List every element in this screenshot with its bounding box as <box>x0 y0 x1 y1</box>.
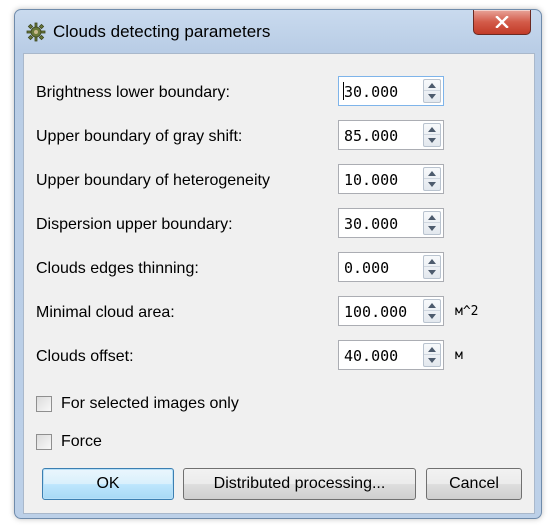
arrow-up-icon <box>428 258 436 264</box>
clouds-offset-label: Clouds offset: <box>36 348 134 365</box>
unit-label: м <box>455 348 463 363</box>
spin-up-button[interactable] <box>424 256 440 267</box>
field-row-gray-shift: Upper boundary of gray shift: 85.000 <box>24 120 534 156</box>
ok-button[interactable]: OK <box>42 468 174 500</box>
spin-up-button[interactable] <box>424 212 440 223</box>
brightness-lower-boundary-spinbox[interactable]: 30.000 <box>338 76 444 106</box>
gray-shift-upper-boundary-label: Upper boundary of gray shift: <box>36 128 243 145</box>
spin-down-button[interactable] <box>424 355 440 366</box>
spinbox-value[interactable]: 30.000 <box>344 83 398 101</box>
spin-up-button[interactable] <box>424 168 440 179</box>
dispersion-upper-boundary-spinbox[interactable]: 30.000 <box>338 208 444 238</box>
text-caret <box>343 82 344 100</box>
force-checkbox-row[interactable]: Force <box>36 432 336 454</box>
spinbox-value[interactable]: 30.000 <box>344 215 398 233</box>
spin-buttons <box>423 167 441 191</box>
arrow-up-icon <box>428 82 436 88</box>
heterogeneity-upper-boundary-spinbox[interactable]: 10.000 <box>338 164 444 194</box>
spin-up-button[interactable] <box>424 344 440 355</box>
for-selected-images-only-checkbox-row[interactable]: For selected images only <box>36 394 336 416</box>
close-icon <box>495 16 509 28</box>
field-row-minimal-area: Minimal cloud area: 100.000 м^2 <box>24 296 534 332</box>
dialog-window: Clouds detecting parameters Brightness l… <box>14 9 542 519</box>
spin-down-button[interactable] <box>424 267 440 278</box>
clouds-offset-spinbox[interactable]: 40.000 <box>338 340 444 370</box>
minimal-cloud-area-spinbox[interactable]: 100.000 <box>338 296 444 326</box>
brightness-lower-boundary-label: Brightness lower boundary: <box>36 84 230 101</box>
heterogeneity-upper-boundary-label: Upper boundary of heterogeneity <box>36 172 270 189</box>
arrow-up-icon <box>428 302 436 308</box>
dialog-content: Brightness lower boundary: 30.000 Upper … <box>23 53 535 514</box>
spin-buttons <box>423 123 441 147</box>
field-row-heterogeneity: Upper boundary of heterogeneity 10.000 <box>24 164 534 200</box>
arrow-down-icon <box>428 314 436 319</box>
for-selected-images-only-label[interactable]: For selected images only <box>61 395 239 413</box>
cancel-button[interactable]: Cancel <box>426 468 522 500</box>
arrow-up-icon <box>428 214 436 220</box>
for-selected-images-only-checkbox[interactable] <box>36 396 52 412</box>
spin-buttons <box>423 299 441 323</box>
arrow-up-icon <box>428 126 436 132</box>
title-bar[interactable]: Clouds detecting parameters <box>15 10 541 54</box>
arrow-down-icon <box>428 182 436 187</box>
spin-down-button[interactable] <box>424 179 440 190</box>
force-label[interactable]: Force <box>61 433 102 451</box>
spin-down-button[interactable] <box>424 311 440 322</box>
spin-buttons <box>423 255 441 279</box>
close-button[interactable] <box>473 10 531 35</box>
spin-buttons <box>423 211 441 235</box>
field-row-edges-thinning: Clouds edges thinning: 0.000 <box>24 252 534 288</box>
minimal-cloud-area-label: Minimal cloud area: <box>36 304 175 321</box>
field-row-dispersion: Dispersion upper boundary: 30.000 <box>24 208 534 244</box>
force-checkbox[interactable] <box>36 434 52 450</box>
spinbox-value[interactable]: 10.000 <box>344 171 398 189</box>
spin-up-button[interactable] <box>424 300 440 311</box>
spinbox-value[interactable]: 0.000 <box>344 259 389 277</box>
spinbox-value[interactable]: 40.000 <box>344 347 398 365</box>
window-title: Clouds detecting parameters <box>53 22 271 41</box>
arrow-down-icon <box>428 226 436 231</box>
spinbox-value[interactable]: 85.000 <box>344 127 398 145</box>
field-row-clouds-offset: Clouds offset: 40.000 м <box>24 340 534 376</box>
spin-buttons <box>423 79 441 103</box>
unit-label: м^2 <box>455 304 479 319</box>
spinbox-value[interactable]: 100.000 <box>344 303 407 321</box>
spin-buttons <box>423 343 441 367</box>
arrow-down-icon <box>428 138 436 143</box>
arrow-down-icon <box>428 94 436 99</box>
spin-up-button[interactable] <box>424 80 440 91</box>
dispersion-upper-boundary-label: Dispersion upper boundary: <box>36 216 233 233</box>
field-row-brightness: Brightness lower boundary: 30.000 <box>24 76 534 112</box>
clouds-edges-thinning-spinbox[interactable]: 0.000 <box>338 252 444 282</box>
arrow-up-icon <box>428 346 436 352</box>
arrow-down-icon <box>428 358 436 363</box>
spin-down-button[interactable] <box>424 135 440 146</box>
cloud-gear-icon <box>25 22 47 42</box>
clouds-edges-thinning-label: Clouds edges thinning: <box>36 260 199 277</box>
gray-shift-upper-boundary-spinbox[interactable]: 85.000 <box>338 120 444 150</box>
spin-up-button[interactable] <box>424 124 440 135</box>
arrow-down-icon <box>428 270 436 275</box>
spin-down-button[interactable] <box>424 223 440 234</box>
distributed-processing-button[interactable]: Distributed processing... <box>183 468 416 500</box>
arrow-up-icon <box>428 170 436 176</box>
spin-down-button[interactable] <box>424 91 440 102</box>
